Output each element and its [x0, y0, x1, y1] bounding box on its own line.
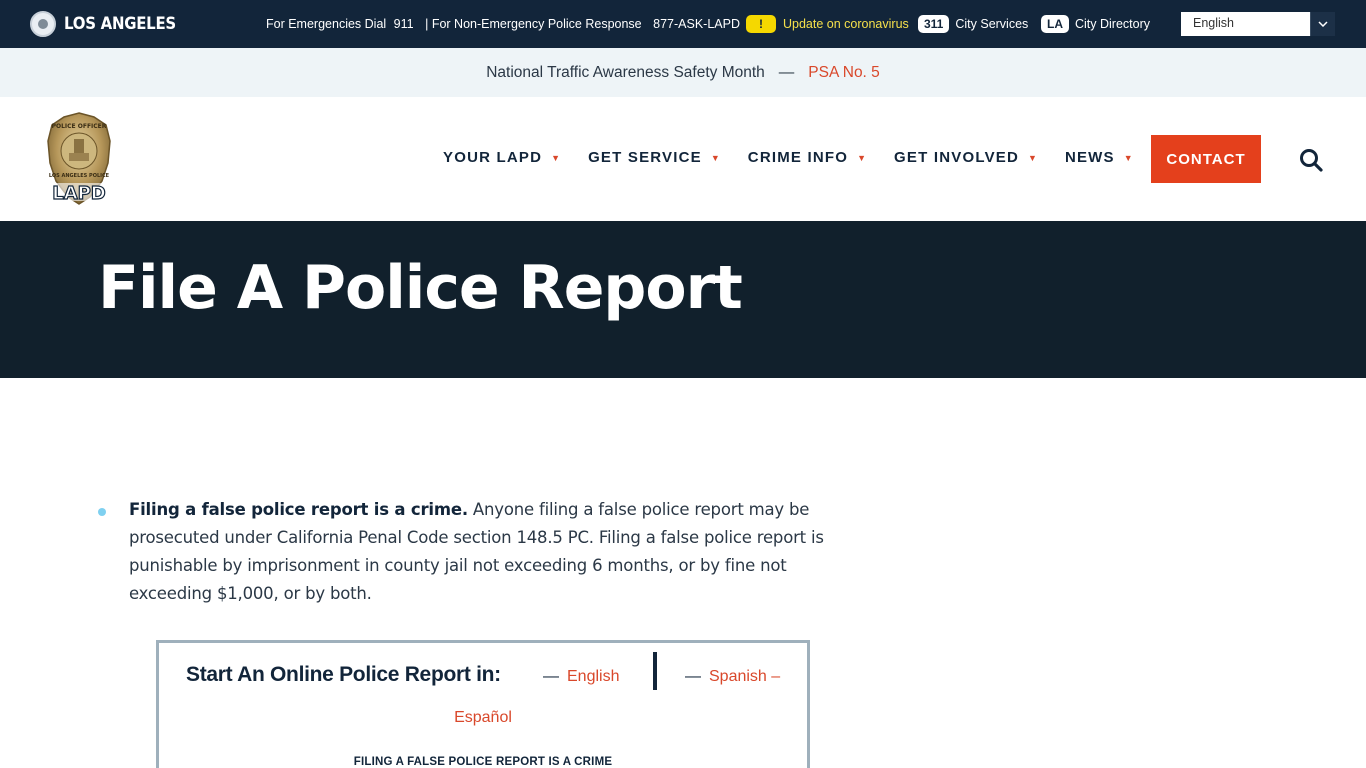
main-nav: YOUR LAPD ▼ GET SERVICE ▼ CRIME INFO ▼ G… [443, 149, 1161, 166]
nav-label: GET INVOLVED [894, 149, 1020, 166]
caret-down-icon: ▼ [857, 152, 867, 163]
announcement-bar: National Traffic Awareness Safety Month … [0, 48, 1366, 97]
badge-top-text: POLICE OFFICER [52, 123, 107, 130]
contact-button[interactable]: CONTACT [1151, 135, 1261, 183]
psa-link[interactable]: PSA No. 5 [808, 64, 880, 82]
emergency-number: 911 [393, 17, 414, 31]
warning-lead: Filing a false police report is a crime. [129, 500, 468, 519]
report-box-warning: FILING A FALSE POLICE REPORT IS A CRIME [353, 756, 613, 768]
city-services-label: City Services [955, 17, 1029, 31]
dash: — [685, 668, 701, 685]
page-hero: File A Police Report [0, 221, 1366, 378]
english-report-link[interactable]: English [567, 668, 619, 685]
announcement-text: National Traffic Awareness Safety Month [486, 63, 765, 81]
announcement-separator: — [778, 63, 795, 81]
nav-crime-info[interactable]: CRIME INFO ▼ [748, 149, 866, 166]
badge-ribbon-text: LOS ANGELES POLICE [49, 173, 110, 179]
dash: — [543, 668, 559, 685]
nav-label: NEWS [1064, 149, 1115, 166]
coronavirus-update-link[interactable]: Update on coronavirus [783, 17, 909, 31]
city-brand-link[interactable]: LOS ANGELES [30, 11, 191, 37]
lapd-badge-logo[interactable]: POLICE OFFICER LOS ANGELES POLICE LAPD [44, 111, 114, 207]
language-select[interactable]: English [1181, 12, 1335, 36]
city-services-link[interactable]: 311 City Services [918, 15, 1028, 33]
nav-label: CRIME INFO [747, 149, 849, 166]
spanish-report-link[interactable]: Spanish – [709, 668, 780, 685]
search-icon[interactable] [1298, 147, 1324, 173]
nav-label: GET SERVICE [588, 149, 702, 166]
caret-down-icon: ▼ [710, 152, 720, 163]
nav-news[interactable]: NEWS ▼ [1065, 149, 1133, 166]
language-value: English [1181, 12, 1310, 36]
bullet-icon [98, 508, 106, 516]
nonemergency-label: | For Non-Emergency Police Response [425, 17, 642, 31]
city-directory-label: City Directory [1075, 17, 1151, 31]
spanish-option: — Spanish – [685, 668, 780, 686]
nav-label: YOUR LAPD [443, 149, 543, 166]
nav-get-involved[interactable]: GET INVOLVED ▼ [894, 149, 1037, 166]
city-seal-icon [30, 11, 56, 37]
site-header: POLICE OFFICER LOS ANGELES POLICE LAPD Y… [0, 97, 1366, 221]
services-311-badge: 311 [918, 15, 950, 33]
caret-down-icon: ▼ [551, 152, 561, 163]
emergency-info: For Emergencies Dial 911 | For Non-Emerg… [266, 17, 744, 31]
alert-icon: ! [746, 15, 776, 33]
nonemergency-number: 877-ASK-LAPD [653, 17, 740, 31]
directory-la-badge: LA [1041, 15, 1069, 33]
nav-your-lapd[interactable]: YOUR LAPD ▼ [443, 149, 560, 166]
caret-down-icon: ▼ [1028, 152, 1037, 163]
city-brand-text: LOS ANGELES [64, 14, 176, 34]
espanol-report-link[interactable]: Español [159, 709, 807, 727]
chevron-down-icon[interactable] [1310, 12, 1335, 36]
nav-get-service[interactable]: GET SERVICE ▼ [588, 149, 720, 166]
city-directory-link[interactable]: LA City Directory [1041, 15, 1150, 33]
utility-bar: LOS ANGELES For Emergencies Dial 911 | F… [0, 0, 1366, 48]
online-report-box: Start An Online Police Report in: — Engli… [156, 640, 810, 768]
badge-lapd-text: LAPD [52, 183, 106, 204]
page-title: File A Police Report [98, 253, 743, 323]
caret-down-icon: ▼ [1123, 152, 1133, 163]
english-option: — English [543, 668, 619, 686]
false-report-warning: Filing a false police report is a crime.… [129, 496, 849, 608]
emergency-label: For Emergencies Dial [266, 17, 387, 31]
coronavirus-alert[interactable]: ! Update on coronavirus [746, 15, 909, 33]
report-box-title: Start An Online Police Report in: [186, 663, 501, 686]
divider [653, 652, 657, 690]
